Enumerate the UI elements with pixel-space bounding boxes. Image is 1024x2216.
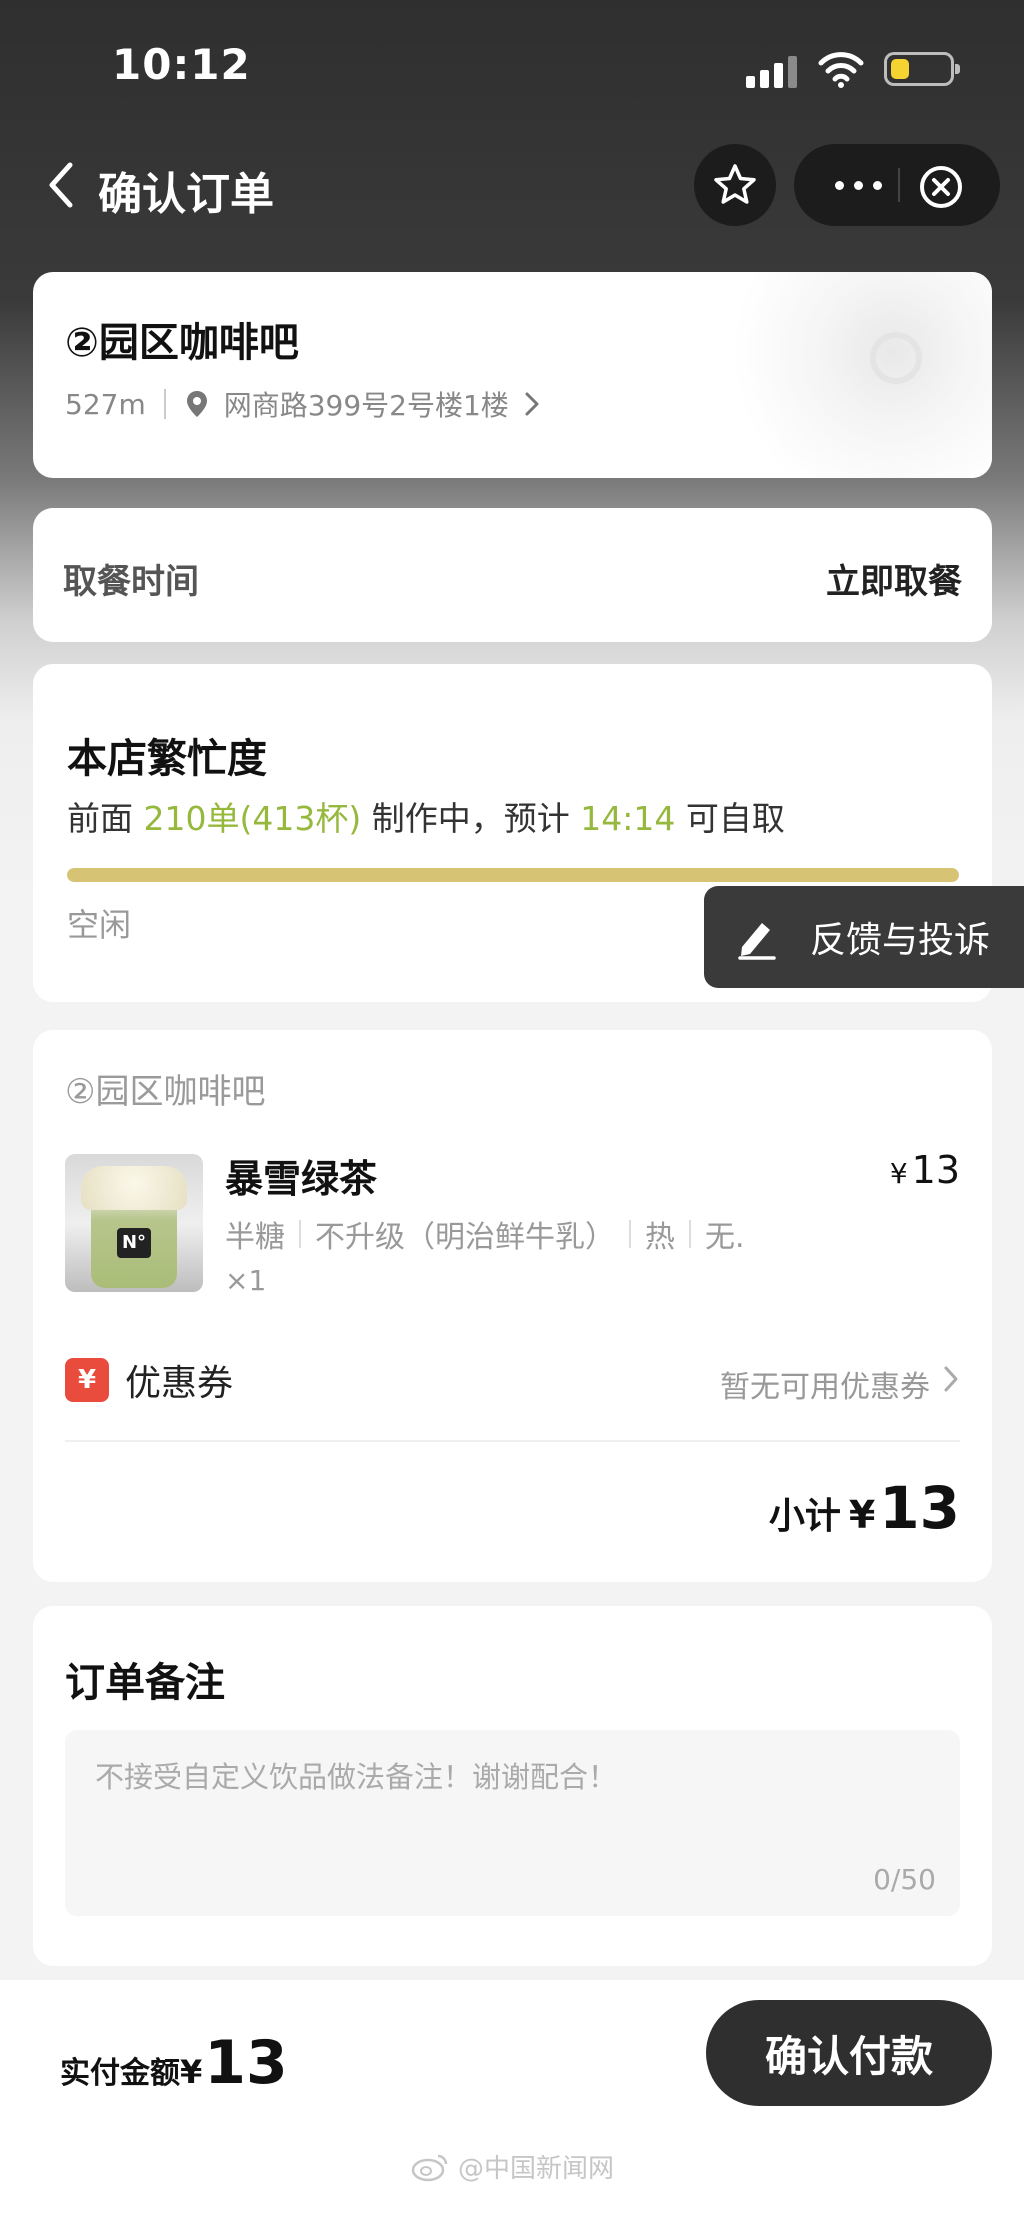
notes-input[interactable] (65, 1730, 960, 1916)
chevron-right-icon (525, 392, 539, 416)
notes-box: 0/50 (65, 1730, 960, 1916)
store-name: ②园区咖啡吧 (65, 320, 299, 366)
product-price: ¥13 (890, 1148, 960, 1192)
subtotal-symbol: ¥ (848, 1493, 876, 1537)
favorite-button[interactable] (694, 144, 776, 226)
watermark: @中国新闻网 (410, 2148, 614, 2185)
product-quantity: ×1 (225, 1264, 267, 1297)
payable-amount: 实付金额 ¥ 13 (60, 2028, 288, 2098)
product-image: N° (65, 1154, 203, 1292)
separator (163, 389, 166, 419)
capsule-divider (898, 168, 900, 202)
subtotal-value: 13 (879, 1474, 960, 1542)
separator (299, 1220, 301, 1248)
back-icon[interactable] (40, 155, 84, 215)
coupon-label: 优惠券 (125, 1363, 234, 1404)
price-value: 13 (911, 1148, 960, 1192)
notes-char-count: 0/50 (873, 1863, 936, 1896)
feedback-label: 反馈与投诉 (810, 920, 991, 961)
battery-icon (884, 52, 960, 86)
busyness-bar (67, 868, 959, 882)
busyness-bar-fill (67, 868, 959, 882)
store-info: 527m 网商路399号2号楼1楼 (65, 384, 541, 424)
subtotal: 小计 ¥ 13 (769, 1474, 960, 1542)
navigation-header: 确认订单 (0, 130, 1024, 240)
divider (65, 1440, 960, 1442)
busy-text-middle: 制作中，预计 (361, 799, 581, 838)
option-extra: 无. (705, 1220, 745, 1255)
status-bar: 10:12 (0, 0, 1024, 130)
pickup-time-value[interactable]: 立即取餐 (826, 554, 962, 603)
close-icon[interactable] (916, 162, 966, 212)
notes-title: 订单备注 (65, 1660, 225, 1706)
more-icon[interactable] (820, 162, 896, 208)
pickup-time-label: 取餐时间 (63, 562, 199, 602)
coupon-status: 暂无可用优惠券 (720, 1370, 930, 1405)
order-items-card: ②园区咖啡吧 N° 暴雪绿茶 ¥13 半糖 不升级（明治鲜牛乳） 热 无. ×1… (33, 1030, 992, 1582)
coupon-row[interactable]: ¥ 优惠券 暂无可用优惠券 (65, 1348, 960, 1410)
brand-logo: N° (117, 1228, 151, 1258)
pen-icon (738, 923, 776, 960)
cream-topping (81, 1166, 187, 1210)
status-time: 10:12 (112, 40, 251, 89)
order-notes-card: 订单备注 0/50 (33, 1606, 992, 1966)
product-name: 暴雪绿茶 (225, 1157, 378, 1201)
busyness-description: 前面 210单(413杯) 制作中，预计 14:14 可自取 (67, 792, 785, 840)
page-title: 确认订单 (98, 169, 274, 220)
option-sugar: 半糖 (225, 1220, 285, 1255)
amount-value: 13 (204, 2028, 288, 2098)
busyness-low-label: 空闲 (67, 906, 132, 944)
store-address[interactable]: 网商路399号2号楼1楼 (224, 384, 509, 424)
signal-icon (746, 56, 798, 88)
amount-label: 实付金额 (60, 2056, 180, 2091)
pickup-time-row[interactable]: 取餐时间 立即取餐 (33, 508, 992, 642)
battery-level (891, 59, 909, 79)
order-store-name: ②园区咖啡吧 (65, 1072, 266, 1112)
store-card[interactable]: ②园区咖啡吧 527m 网商路399号2号楼1楼 (33, 272, 992, 478)
star-icon (714, 164, 756, 204)
price-symbol: ¥ (889, 1157, 908, 1190)
amount-symbol: ¥ (180, 2053, 203, 2091)
mini-program-capsule (794, 144, 1000, 226)
yen-coupon-icon: ¥ (65, 1358, 109, 1402)
chevron-right-icon (944, 1366, 958, 1392)
option-milk: 不升级（明治鲜牛乳） (315, 1220, 615, 1255)
confirm-pay-button[interactable]: 确认付款 (706, 2000, 992, 2106)
busyness-title: 本店繁忙度 (67, 736, 267, 782)
product-options: 半糖 不升级（明治鲜牛乳） 热 无. (225, 1212, 745, 1256)
weibo-icon (411, 2154, 448, 2181)
store-map-thumbnail (662, 272, 992, 478)
busy-text-prefix: 前面 (67, 799, 144, 838)
subtotal-label: 小计 (768, 1496, 841, 1537)
feedback-button[interactable]: 反馈与投诉 (704, 886, 1024, 988)
location-icon (186, 391, 207, 417)
separator (689, 1220, 691, 1248)
option-temperature: 热 (645, 1220, 675, 1255)
estimated-time: 14:14 (580, 799, 676, 838)
store-distance: 527m (65, 387, 146, 421)
busy-text-suffix: 可自取 (675, 799, 785, 838)
separator (629, 1220, 631, 1248)
watermark-text: @中国新闻网 (458, 2154, 615, 2184)
queue-orders: 210单(413杯) (143, 799, 362, 838)
wifi-icon (818, 52, 864, 88)
checkout-bar: 实付金额 ¥ 13 确认付款 @中国新闻网 (0, 1980, 1024, 2216)
